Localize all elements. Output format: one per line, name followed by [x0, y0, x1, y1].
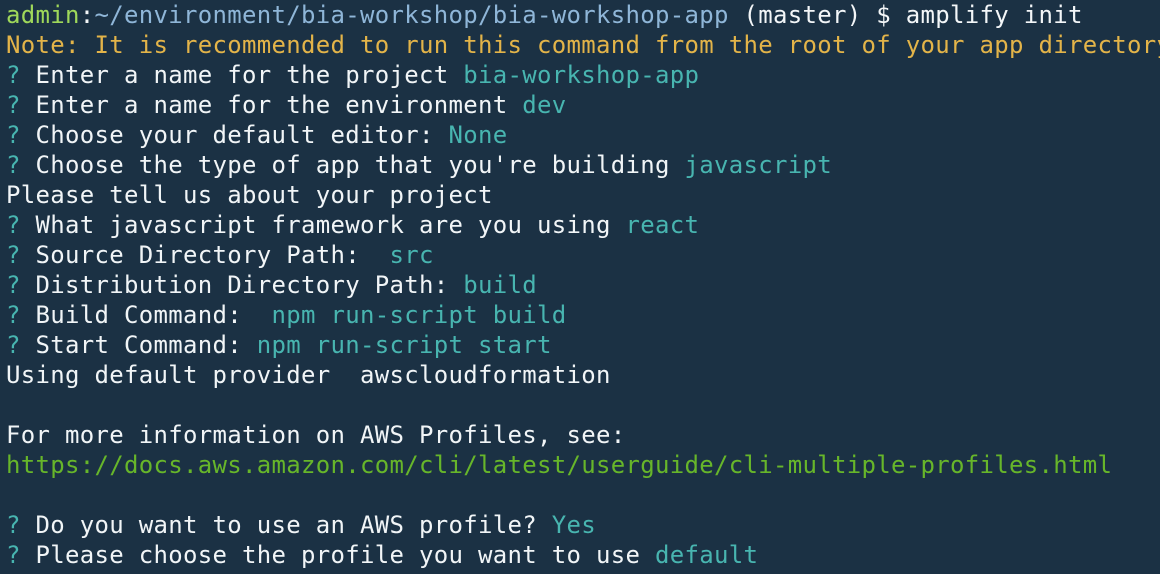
question-answer: react [625, 211, 700, 239]
terminal-line-question: ? Distribution Directory Path: build [6, 270, 1160, 300]
question-mark: ? [6, 151, 36, 179]
question-label: Choose your default editor: [35, 121, 449, 149]
prompt-command: amplify init [905, 1, 1083, 29]
terminal-line-question: ? Choose the type of app that you're bui… [6, 150, 1160, 180]
terminal-line-prompt: admin:~/environment/bia-workshop/bia-wor… [6, 0, 1160, 30]
question-label: Enter a name for the project [35, 61, 464, 89]
question-answer: Yes [551, 511, 596, 539]
terminal-line-question: ? What javascript framework are you usin… [6, 210, 1160, 240]
question-mark: ? [6, 121, 36, 149]
prompt-branch: (master) $ [728, 1, 906, 29]
terminal-line-output: Using default provider awscloudformation [6, 361, 611, 389]
question-mark: ? [6, 211, 36, 239]
terminal-line-question: ? Do you want to use an AWS profile? Yes [6, 510, 1160, 540]
question-answer: bia-workshop-app [463, 61, 700, 89]
prompt-separator: : [79, 1, 95, 29]
terminal-line-question: ? Enter a name for the environment dev [6, 90, 1160, 120]
question-mark: ? [6, 271, 36, 299]
prompt-user: admin [6, 1, 80, 29]
terminal-line-question: ? Build Command: npm run-script build [6, 300, 1160, 330]
question-answer: build [463, 271, 537, 299]
question-mark: ? [6, 511, 36, 539]
terminal-line-output: Please tell us about your project [6, 181, 493, 209]
question-label: What javascript framework are you using [35, 211, 626, 239]
question-mark: ? [6, 91, 36, 119]
question-answer: npm run-script start [256, 331, 552, 359]
question-mark: ? [6, 61, 36, 89]
terminal-line-question: ? Enter a name for the project bia-works… [6, 60, 1160, 90]
terminal-line-question: ? Choose your default editor: None [6, 120, 1160, 150]
question-label: Start Command: [35, 331, 257, 359]
terminal-line-question: ? Start Command: npm run-script start [6, 330, 1160, 360]
question-answer: dev [522, 91, 567, 119]
question-label: Do you want to use an AWS profile? [35, 511, 552, 539]
terminal-line-output: For more information on AWS Profiles, se… [6, 421, 626, 449]
prompt-path: ~/environment/bia-workshop/bia-workshop-… [94, 1, 729, 29]
question-answer: javascript [684, 151, 832, 179]
terminal-link[interactable]: https://docs.aws.amazon.com/cli/latest/u… [6, 450, 1160, 480]
terminal-line-question: ? Please choose the profile you want to … [6, 540, 1160, 570]
terminal-window[interactable]: admin:~/environment/bia-workshop/bia-wor… [0, 0, 1160, 574]
question-mark: ? [6, 301, 36, 329]
question-mark: ? [6, 331, 36, 359]
question-label: Choose the type of app that you're build… [35, 151, 685, 179]
question-mark: ? [6, 241, 36, 269]
question-label: Please choose the profile you want to us… [35, 541, 655, 569]
question-label: Source Directory Path: [35, 241, 390, 269]
terminal-line-note: Note: It is recommended to run this comm… [6, 31, 1160, 59]
question-label: Enter a name for the environment [35, 91, 523, 119]
question-answer: src [389, 241, 434, 269]
question-label: Distribution Directory Path: [35, 271, 464, 299]
question-label: Build Command: [35, 301, 272, 329]
terminal-line-question: ? Source Directory Path: src [6, 240, 1160, 270]
question-answer: default [654, 541, 759, 569]
question-answer: npm run-script build [271, 301, 567, 329]
question-mark: ? [6, 541, 36, 569]
question-answer: None [448, 121, 508, 149]
